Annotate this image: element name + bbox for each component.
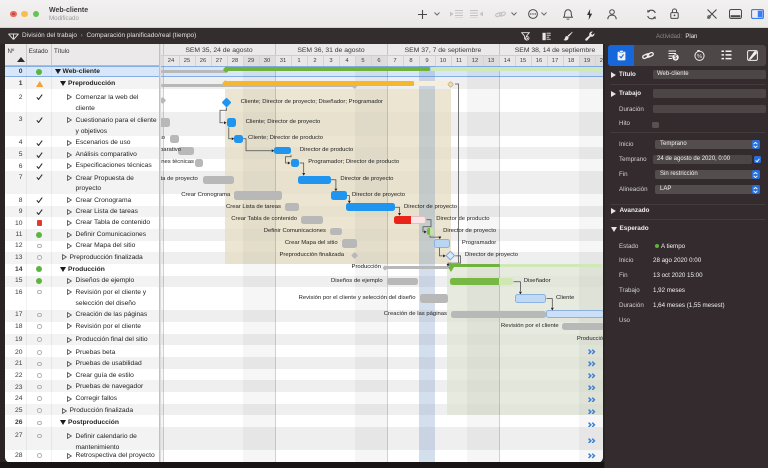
svg-text:%: % bbox=[697, 53, 702, 59]
svg-text:$: $ bbox=[674, 55, 677, 61]
